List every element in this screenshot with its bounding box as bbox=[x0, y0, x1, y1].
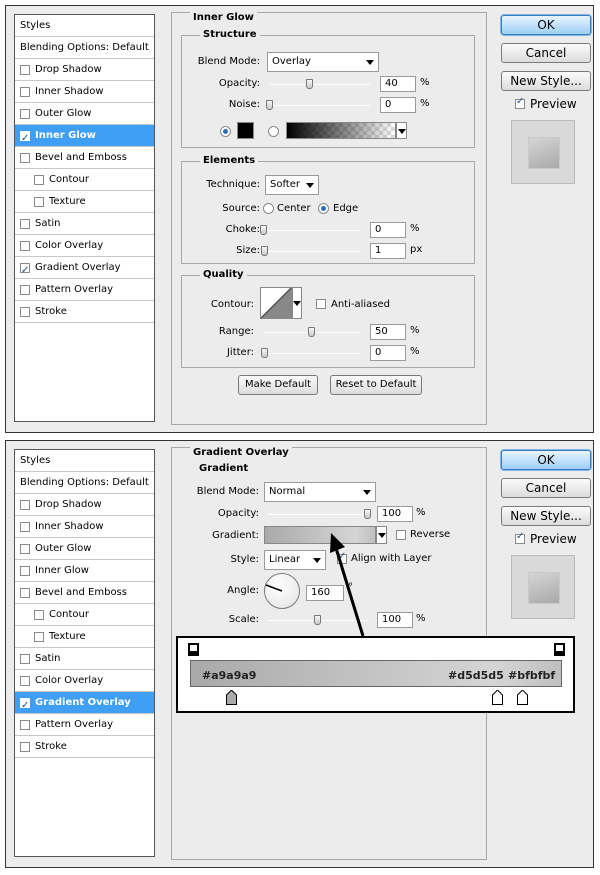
opacity-stop-left[interactable] bbox=[188, 643, 199, 656]
callout-arrow bbox=[330, 533, 365, 637]
stop1-hex: #a9a9a9 bbox=[202, 669, 257, 682]
color-stop-1[interactable] bbox=[226, 690, 237, 705]
stop3-hex: #bfbfbf bbox=[508, 669, 556, 682]
color-stop-2[interactable] bbox=[492, 690, 503, 705]
opacity-stop-right[interactable] bbox=[554, 643, 565, 656]
gradient-editor-callout: #a9a9a9 #d5d5d5 #bfbfbf bbox=[176, 636, 575, 713]
color-stop-3[interactable] bbox=[517, 690, 528, 705]
stop2-hex: #d5d5d5 bbox=[448, 669, 504, 682]
